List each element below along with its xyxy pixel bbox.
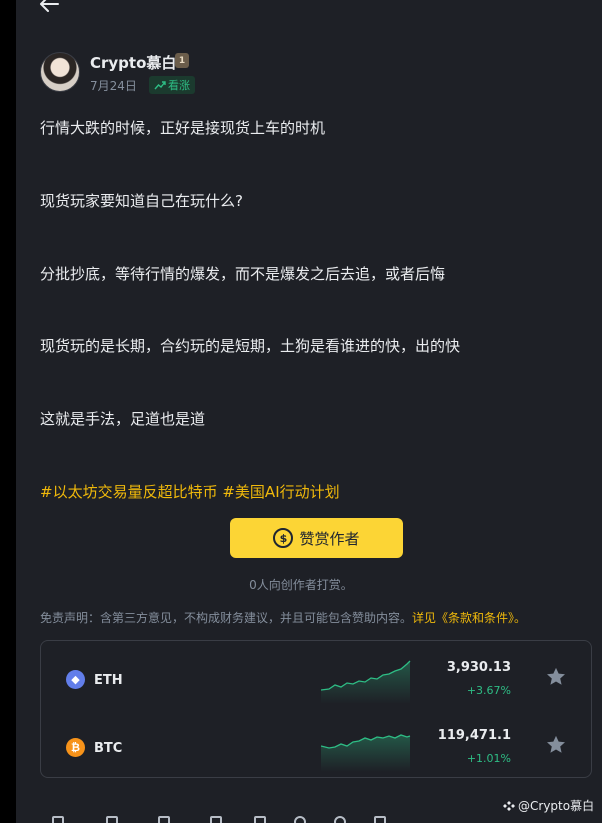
eth-logo-icon: ◆ (66, 670, 85, 689)
star-icon[interactable] (545, 734, 567, 756)
tip-author-button[interactable]: $ 赞赏作者 (230, 518, 403, 558)
post-date: 7月24日 (90, 79, 137, 93)
post-paragraph: 行情大跌的时候，正好是接现货上车的时机 (40, 119, 326, 137)
tip-button-label: 赞赏作者 (299, 529, 360, 548)
post-paragraph: 这就是手法，足道也是道 (40, 410, 206, 428)
coin-price: 119,471.1 (437, 728, 511, 743)
hashtag-link[interactable]: #美国AI行动计划 (222, 483, 339, 501)
action-bar (40, 812, 440, 823)
star-icon[interactable] (545, 666, 567, 688)
sentiment-label: 看涨 (168, 79, 190, 92)
disclaimer: 免责声明：含第三方意见，不构成财务建议，并且可能包含赞助内容。详见《条款和条件》… (40, 609, 526, 626)
comment-icon[interactable] (106, 816, 118, 823)
sparkline-eth (321, 660, 411, 704)
repost-icon[interactable] (158, 816, 170, 823)
reaction-icon[interactable] (334, 816, 346, 823)
market-card: ◆ ETH 3,930.13 +3.67% ₿ BTC 119,471.1 +1… (40, 640, 592, 778)
dollar-coin-icon: $ (273, 528, 294, 548)
link-icon[interactable] (374, 816, 386, 823)
btc-logo-icon: ₿ (66, 738, 85, 757)
trend-up-icon (154, 80, 166, 89)
market-row-btc[interactable]: ₿ BTC 119,471.1 +1.01% (41, 722, 591, 782)
disclaimer-text: 免责声明：含第三方意见，不构成财务建议，并且可能包含赞助内容。 (40, 611, 413, 625)
author-name[interactable]: Crypto慕白 (90, 52, 176, 73)
avatar[interactable] (40, 52, 80, 92)
coin-change: +1.01% (466, 752, 511, 765)
hashtag-link[interactable]: #以太坊交易量反超比特币 (40, 483, 218, 501)
post-paragraph: 现货玩的是长期，合约玩的是短期，土狗是看谁进的快，出的快 (40, 337, 461, 355)
tip-count: 0人向创作者打赏。 (249, 578, 353, 592)
coin-symbol: BTC (94, 741, 123, 756)
more-icon[interactable] (294, 816, 306, 823)
watermark-text: @Crypto慕白 (518, 799, 595, 813)
hashtag-list: #以太坊交易量反超比特币 #美国AI行动计划 (40, 481, 340, 502)
terms-link[interactable]: 详见《条款和条件》。 (412, 611, 526, 625)
coin-price: 3,930.13 (446, 660, 511, 675)
coin-symbol: ETH (94, 673, 123, 688)
market-row-eth[interactable]: ◆ ETH 3,930.13 +3.67% (41, 654, 591, 714)
bookmark-icon[interactable] (210, 816, 222, 823)
binance-logo-icon (503, 800, 515, 811)
watermark: @Crypto慕白 (503, 797, 594, 814)
arrow-left-icon[interactable] (38, 0, 62, 14)
level-badge-icon: 1 (175, 53, 189, 68)
sentiment-tag: 看涨 (149, 76, 195, 94)
post-paragraph: 分批抄底，等待行情的爆发，而不是爆发之后去追，或者后悔 (40, 265, 446, 283)
like-icon[interactable] (52, 816, 64, 823)
post-paragraph: 现货玩家要知道自己在玩什么? (40, 192, 243, 210)
coin-change: +3.67% (466, 684, 511, 697)
sparkline-btc (321, 734, 411, 772)
share-icon[interactable] (254, 816, 266, 823)
